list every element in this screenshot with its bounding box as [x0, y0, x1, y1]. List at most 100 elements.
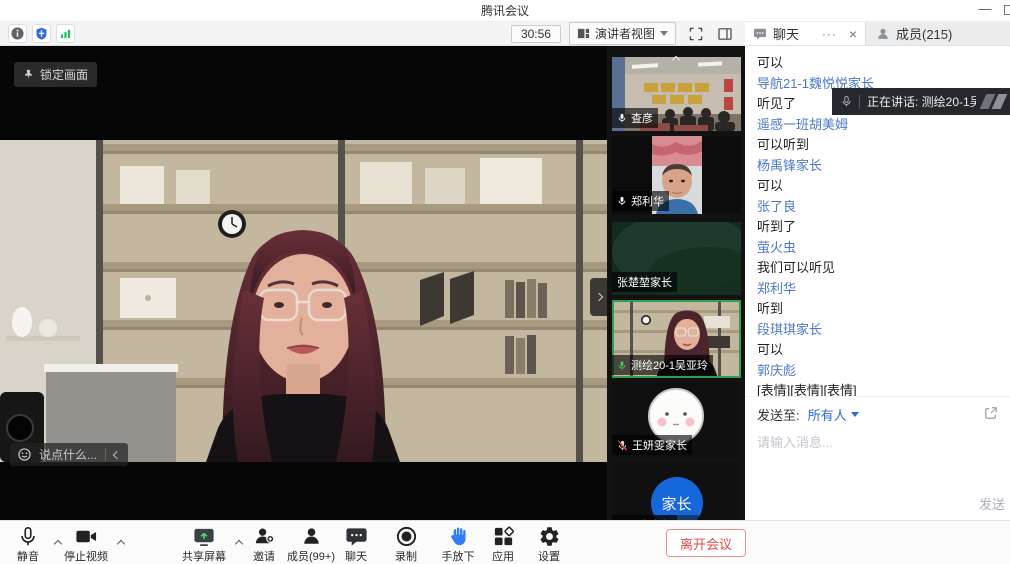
speaking-toast-text: 正在讲话: 测绘20-1吴亚玲...	[867, 93, 976, 110]
participant-name: 查彦	[631, 110, 653, 126]
chat-message-text: 我们可以听见	[757, 261, 998, 275]
chat-bubble-icon	[753, 27, 767, 41]
popout-chat-icon[interactable]	[984, 406, 998, 423]
participant-thumbnail[interactable]: 王妍雯家长	[612, 383, 741, 458]
chat-sender-name[interactable]: 郑利华	[757, 282, 998, 296]
chat-message-text: 可以听到	[757, 138, 998, 152]
send-to-selector[interactable]: 所有人	[808, 405, 859, 424]
hand-down-button[interactable]: 手放下	[432, 525, 484, 564]
mic-on-icon	[617, 196, 627, 206]
mute-button[interactable]: 静音	[4, 525, 52, 564]
emoji-smile-icon	[18, 448, 31, 461]
chat-sender-name[interactable]: 杨禹锋家长	[757, 159, 998, 173]
chat-panel: 可以导航21-1魏悦悦家长听见了遥感一班胡美姆可以听到杨禹锋家长可以张了良听到了…	[745, 46, 1010, 520]
settings-label: 设置	[538, 548, 560, 564]
caption-input-pill[interactable]: 说点什么...	[10, 443, 128, 466]
participant-thumbnail-active-speaker[interactable]: 测绘20-1吴亚玲	[612, 300, 741, 378]
record-icon	[395, 525, 418, 548]
chevron-down-icon	[660, 31, 668, 36]
share-screen-icon	[192, 525, 216, 548]
meeting-timer: 30:56	[511, 25, 561, 43]
tab-chat[interactable]: 聊天 ··· ×	[745, 22, 865, 46]
fullscreen-icon[interactable]	[686, 24, 706, 44]
pin-icon	[23, 69, 34, 80]
window-title: 腾讯会议	[481, 2, 529, 19]
chat-sender-name[interactable]: 遥感一班胡美姆	[757, 118, 998, 132]
participant-name: 测绘20-1吴亚玲	[631, 357, 708, 373]
status-toolbar: 30:56 演讲者视图 聊天 ··· × 成员(215)	[0, 22, 1010, 46]
chevron-down-icon	[851, 412, 859, 417]
record-label: 录制	[395, 548, 417, 564]
participant-thumbnail[interactable]: 家长 张子岩家长	[612, 463, 741, 520]
tab-chat-label: 聊天	[773, 24, 799, 43]
send-button[interactable]: 发送	[979, 494, 1005, 513]
chevron-left-icon[interactable]	[113, 450, 121, 458]
maximize-button[interactable]	[1004, 5, 1010, 15]
leave-meeting-button[interactable]: 离开会议	[666, 529, 746, 557]
participant-thumbnail[interactable]: 郑利华	[612, 136, 741, 214]
members-button[interactable]: 成员(99+)	[283, 525, 339, 564]
tab-members-label: 成员(215)	[896, 24, 952, 43]
chat-sender-name[interactable]: 郭庆彪	[757, 364, 998, 378]
speaking-toast: 正在讲话: 测绘20-1吴亚玲...	[832, 88, 1010, 115]
tab-members[interactable]: 成员(215)	[865, 22, 1010, 46]
meeting-info-icon[interactable]	[8, 24, 27, 43]
thumbnail-collapse-arrow[interactable]	[590, 278, 607, 316]
main-video-frame	[0, 140, 607, 462]
share-screen-button[interactable]: 共享屏幕	[176, 525, 232, 564]
chat-sender-name[interactable]: 张了良	[757, 200, 998, 214]
send-to-label: 发送至:	[757, 405, 800, 424]
send-to-row: 发送至: 所有人	[745, 396, 1010, 428]
layout-grid-icon	[577, 27, 590, 40]
chat-message-text: 可以	[757, 343, 998, 357]
hand-down-label: 手放下	[442, 548, 475, 564]
apps-grid-icon	[492, 525, 515, 548]
main-video-stage[interactable]: 锁定画面	[0, 46, 607, 520]
chat-message-text: 可以	[757, 56, 998, 70]
chevron-right-icon	[594, 293, 602, 301]
send-to-value: 所有人	[808, 405, 847, 424]
apps-button[interactable]: 应用	[479, 525, 527, 564]
share-screen-label: 共享屏幕	[182, 548, 226, 564]
chat-sender-name[interactable]: 萤火虫	[757, 241, 998, 255]
chat-button[interactable]: 聊天	[332, 525, 380, 564]
chat-input[interactable]	[745, 428, 1010, 520]
participant-name: 王妍雯家长	[632, 437, 687, 453]
side-panel-icon[interactable]	[715, 24, 735, 44]
video-options-chevron[interactable]	[118, 534, 124, 552]
view-mode-button[interactable]: 演讲者视图	[569, 22, 676, 45]
invite-person-icon	[253, 525, 276, 548]
minimize-button[interactable]: —	[978, 3, 992, 17]
chat-message-text: 听到	[757, 302, 998, 316]
strip-scroll-up-button[interactable]	[673, 50, 679, 68]
security-shield-icon[interactable]	[32, 24, 51, 43]
chat-message-text: 可以	[757, 179, 998, 193]
network-signal-icon[interactable]	[56, 24, 75, 43]
view-mode-label: 演讲者视图	[595, 25, 655, 42]
raised-hand-icon	[447, 525, 470, 548]
mic-icon	[17, 525, 39, 548]
settings-button[interactable]: 设置	[525, 525, 573, 564]
participant-thumbnail-strip: 查彦 郑利华	[607, 46, 745, 520]
chat-close-button[interactable]: ×	[849, 26, 857, 42]
stop-video-button[interactable]: 停止视频	[58, 525, 114, 564]
participant-thumbnail[interactable]: 张楚堃家长	[612, 222, 741, 295]
participant-thumbnail[interactable]: 查彦	[612, 57, 741, 131]
avatar-badge: 家长	[651, 477, 703, 520]
invite-button[interactable]: 邀请	[240, 525, 288, 564]
chat-sender-name[interactable]: 段琪琪家长	[757, 323, 998, 337]
invite-label: 邀请	[253, 548, 275, 564]
participant-name: 张楚堃家长	[617, 274, 672, 290]
mic-toast-icon	[841, 95, 852, 108]
pin-view-button[interactable]: 锁定画面	[14, 62, 97, 87]
members-person-icon	[300, 525, 323, 548]
chat-message-text: 听到了	[757, 220, 998, 234]
main-content: 锁定画面	[0, 46, 1010, 520]
record-button[interactable]: 录制	[382, 525, 430, 564]
camera-icon	[74, 525, 98, 548]
participant-name: 郑利华	[631, 193, 664, 209]
chat-label: 聊天	[345, 548, 367, 564]
chat-bubble-icon	[345, 525, 368, 548]
members-label: 成员(99+)	[287, 548, 335, 564]
chat-menu-button[interactable]: ···	[822, 27, 837, 41]
